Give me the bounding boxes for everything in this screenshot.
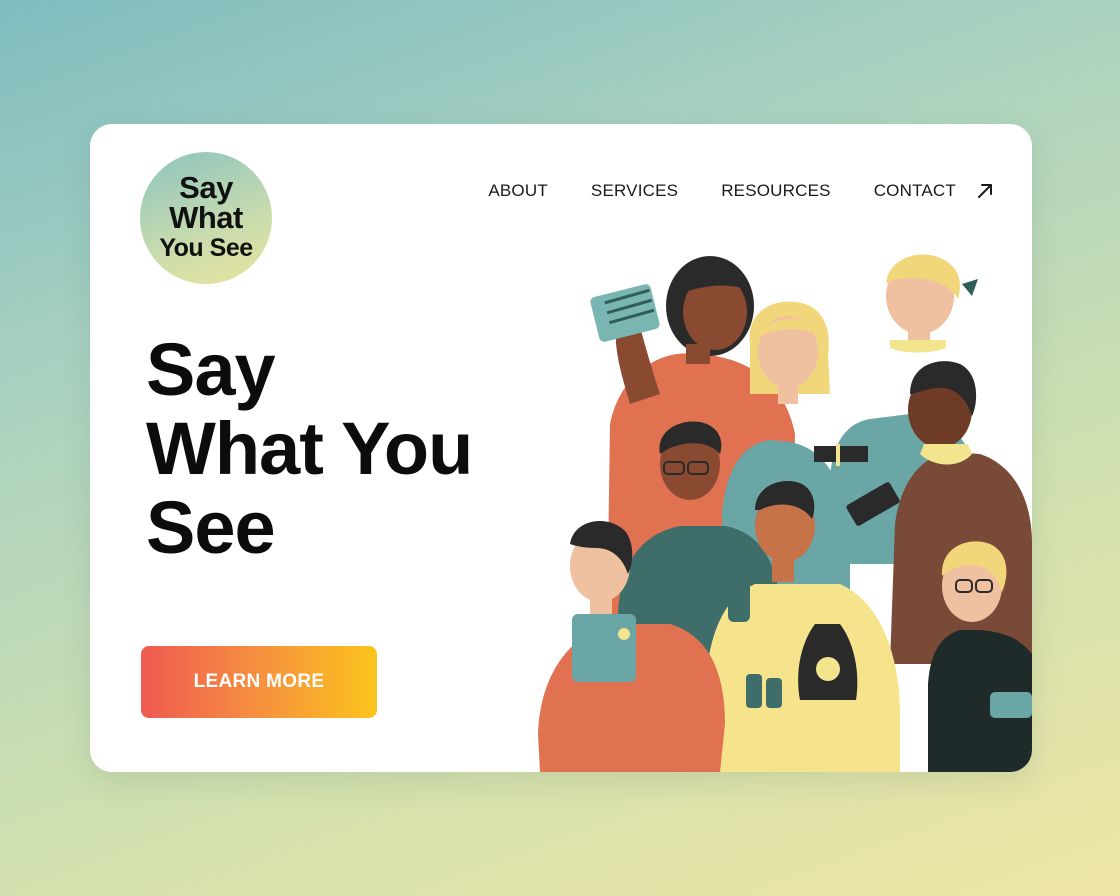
nav-item-resources[interactable]: RESOURCES xyxy=(721,181,831,201)
nav-item-about[interactable]: ABOUT xyxy=(488,181,548,201)
hero-title-line-3: See xyxy=(146,486,276,569)
hero-title-line-1: Say xyxy=(146,328,276,411)
nav-item-contact[interactable]: CONTACT xyxy=(874,181,956,201)
hero-title: Say What You See xyxy=(146,330,566,567)
note-card-icon xyxy=(590,284,660,342)
logo-line-1: Say xyxy=(179,170,233,205)
learn-more-button[interactable]: LEARN MORE xyxy=(141,646,377,718)
main-nav: ABOUT SERVICES RESOURCES CONTACT xyxy=(488,181,994,201)
logo-line-3: You See xyxy=(159,234,253,262)
nav-item-services[interactable]: SERVICES xyxy=(591,181,678,201)
hero-title-line-2: What You xyxy=(146,407,473,490)
logo-line-2: What xyxy=(169,200,243,235)
people-group-illustration xyxy=(538,254,1032,772)
arrow-up-right-icon[interactable] xyxy=(976,182,994,200)
logo-badge[interactable]: Say What You See xyxy=(140,152,272,284)
hero-card: Say What You See ABOUT SERVICES RESOURCE… xyxy=(90,124,1032,772)
